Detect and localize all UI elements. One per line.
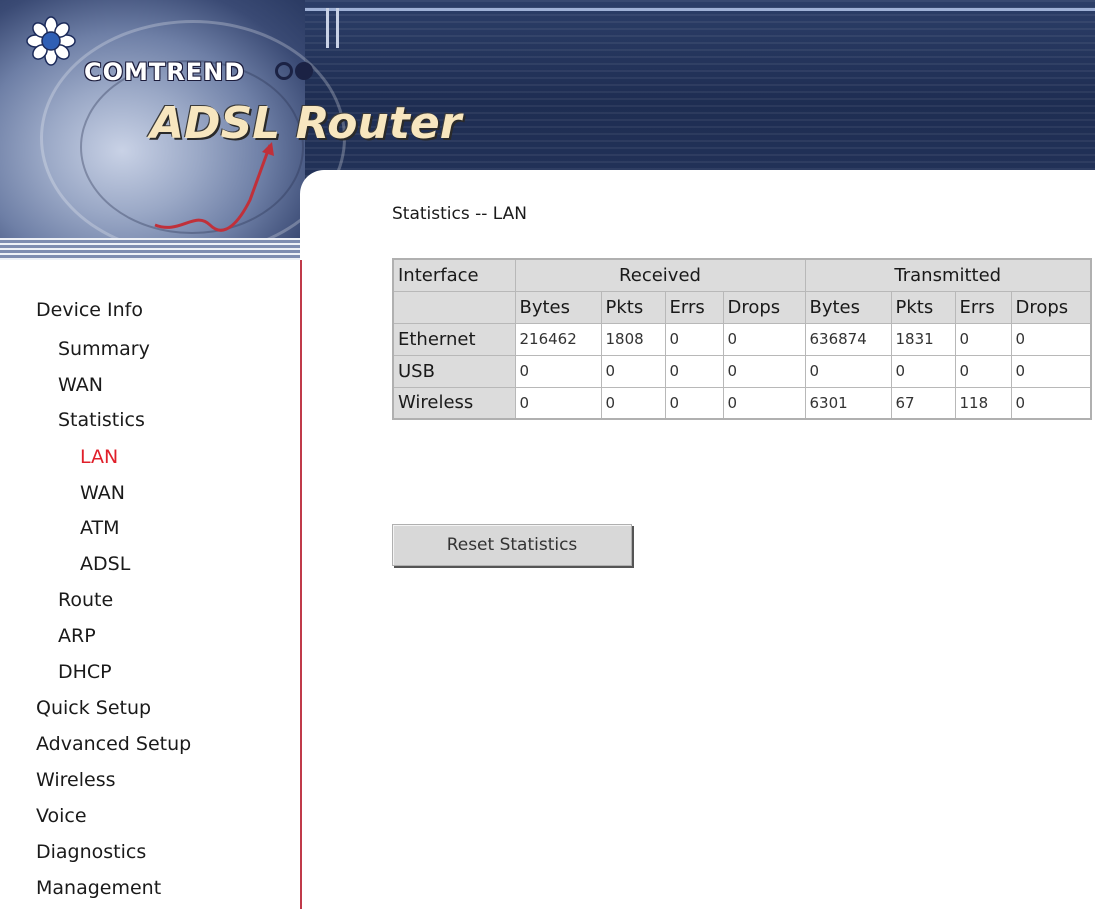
lan-statistics-table: Interface Received Transmitted Bytes Pkt…: [392, 258, 1092, 420]
table-cell: 67: [890, 386, 956, 420]
table-cell: 118: [954, 386, 1012, 420]
sidebar-item-route[interactable]: Route: [58, 589, 113, 611]
table-cell: 0: [804, 354, 892, 388]
sidebar-item-device-info[interactable]: Device Info: [36, 299, 143, 321]
table-cell: 0: [664, 386, 724, 420]
blank-header-cell: [392, 290, 516, 324]
interface-header: Interface: [392, 258, 516, 292]
table-cell: 0: [722, 386, 806, 420]
antenna-icon: [326, 8, 339, 48]
table-cell: 0: [664, 354, 724, 388]
table-subheader-row: Bytes Pkts Errs Drops Bytes Pkts Errs Dr…: [392, 290, 1092, 324]
table-cell: 0: [954, 354, 1012, 388]
table-row: Wireless 0 0 0 0 6301 67 118 0: [392, 386, 1092, 420]
brand-dots-icon: [275, 62, 315, 84]
sidebar-item-statistics-atm[interactable]: ATM: [80, 517, 120, 539]
sidebar-item-summary[interactable]: Summary: [58, 338, 150, 360]
sidebar-item-arp[interactable]: ARP: [58, 625, 96, 647]
table-cell: 0: [600, 354, 666, 388]
sidebar-item-quick-setup[interactable]: Quick Setup: [36, 697, 151, 719]
reset-statistics-button[interactable]: Reset Statistics: [392, 524, 632, 566]
column-header: Pkts: [890, 290, 956, 324]
table-cell: 0: [722, 322, 806, 356]
sidebar-item-statistics-adsl[interactable]: ADSL: [80, 553, 130, 575]
brand-name: COMTREND: [84, 58, 246, 86]
table-cell: 1808: [600, 322, 666, 356]
table-row: Ethernet 216462 1808 0 0 636874 1831 0 0: [392, 322, 1092, 356]
row-interface-label: USB: [392, 354, 516, 388]
table-cell: 216462: [514, 322, 602, 356]
table-cell: 0: [1010, 322, 1092, 356]
table-cell: 0: [1010, 386, 1092, 420]
decorative-stripes: [0, 238, 305, 260]
sidebar-item-voice[interactable]: Voice: [36, 805, 87, 827]
sidebar-item-management[interactable]: Management: [36, 877, 161, 899]
column-header: Drops: [1010, 290, 1092, 324]
received-header: Received: [514, 258, 806, 292]
sidebar-item-advanced-setup[interactable]: Advanced Setup: [36, 733, 191, 755]
table-cell: 0: [1010, 354, 1092, 388]
column-header: Errs: [954, 290, 1012, 324]
table-cell: 0: [954, 322, 1012, 356]
column-header: Bytes: [514, 290, 602, 324]
row-interface-label: Wireless: [392, 386, 516, 420]
comtrend-logo-icon: [26, 16, 76, 66]
table-cell: 1831: [890, 322, 956, 356]
column-header: Drops: [722, 290, 806, 324]
table-cell: 636874: [804, 322, 892, 356]
sidebar-item-wan[interactable]: WAN: [58, 374, 103, 396]
table-cell: 6301: [804, 386, 892, 420]
transmitted-header: Transmitted: [804, 258, 1092, 292]
table-cell: 0: [514, 354, 602, 388]
column-header: Errs: [664, 290, 724, 324]
sidebar-item-wireless[interactable]: Wireless: [36, 769, 116, 791]
table-cell: 0: [514, 386, 602, 420]
table-cell: 0: [890, 354, 956, 388]
trend-arrow-icon: [154, 142, 274, 232]
sidebar-item-diagnostics[interactable]: Diagnostics: [36, 841, 146, 863]
sidebar-item-dhcp[interactable]: DHCP: [58, 661, 112, 683]
table-cell: 0: [664, 322, 724, 356]
table-header-row: Interface Received Transmitted: [392, 258, 1092, 292]
table-cell: 0: [600, 386, 666, 420]
column-header: Bytes: [804, 290, 892, 324]
sidebar-item-statistics-wan[interactable]: WAN: [80, 482, 125, 504]
sidebar-item-statistics-lan[interactable]: LAN: [80, 446, 118, 468]
page-title: Statistics -- LAN: [392, 204, 527, 224]
table-cell: 0: [722, 354, 806, 388]
sidebar-item-statistics[interactable]: Statistics: [58, 409, 145, 431]
column-header: Pkts: [600, 290, 666, 324]
sidebar: Device Info Summary WAN Statistics LAN W…: [0, 260, 302, 909]
row-interface-label: Ethernet: [392, 322, 516, 356]
table-row: USB 0 0 0 0 0 0 0 0: [392, 354, 1092, 388]
